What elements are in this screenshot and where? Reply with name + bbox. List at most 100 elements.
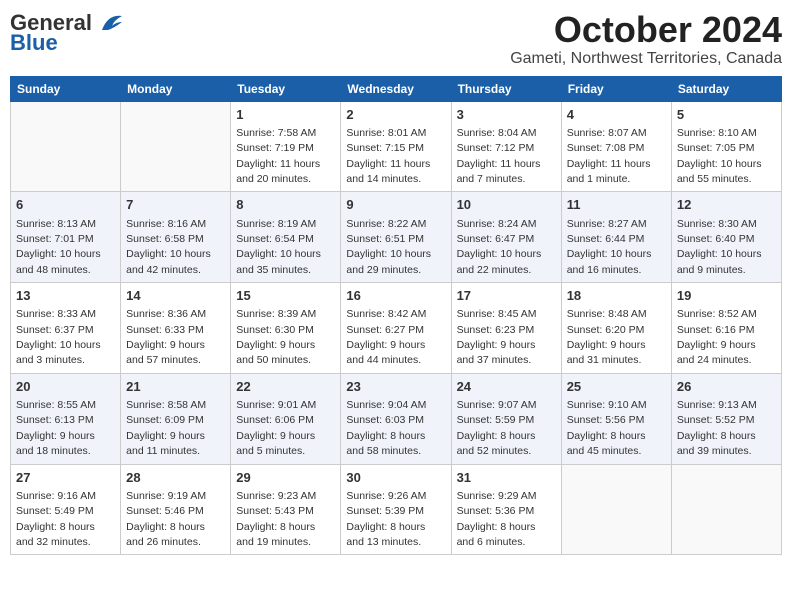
month-title: October 2024 xyxy=(510,10,782,50)
location-title: Gameti, Northwest Territories, Canada xyxy=(510,50,782,68)
calendar-cell: 16Sunrise: 8:42 AM Sunset: 6:27 PM Dayli… xyxy=(341,283,451,374)
calendar-cell xyxy=(561,464,671,555)
day-number: 25 xyxy=(567,378,666,396)
weekday-header-thursday: Thursday xyxy=(451,76,561,101)
day-number: 28 xyxy=(126,469,225,487)
day-number: 11 xyxy=(567,196,666,214)
day-details: Sunrise: 8:10 AM Sunset: 7:05 PM Dayligh… xyxy=(677,127,762,185)
day-number: 31 xyxy=(457,469,556,487)
day-details: Sunrise: 9:01 AM Sunset: 6:06 PM Dayligh… xyxy=(236,399,316,457)
weekday-header-saturday: Saturday xyxy=(671,76,781,101)
day-details: Sunrise: 9:16 AM Sunset: 5:49 PM Dayligh… xyxy=(16,490,96,548)
calendar-cell: 5 Sunrise: 8:10 AM Sunset: 7:05 PM Daylig… xyxy=(671,101,781,192)
day-number: 8 xyxy=(236,196,335,214)
day-number: 30 xyxy=(346,469,445,487)
day-number: 6 xyxy=(16,196,115,214)
day-details: Sunrise: 8:27 AM Sunset: 6:44 PM Dayligh… xyxy=(567,218,652,276)
day-number: 22 xyxy=(236,378,335,396)
day-details: Sunrise: 8:22 AM Sunset: 6:51 PM Dayligh… xyxy=(346,218,431,276)
calendar-cell: 13 Sunrise: 8:33 AM Sunset: 6:37 PM Dayli… xyxy=(11,283,121,374)
calendar-cell: 15 Sunrise: 8:39 AM Sunset: 6:30 PM Dayli… xyxy=(231,283,341,374)
calendar-cell: 18Sunrise: 8:48 AM Sunset: 6:20 PM Dayli… xyxy=(561,283,671,374)
day-details: Sunrise: 8:33 AM Sunset: 6:37 PM Dayligh… xyxy=(16,308,101,366)
day-details: Sunrise: 9:29 AM Sunset: 5:36 PM Dayligh… xyxy=(457,490,537,548)
day-number: 14 xyxy=(126,287,225,305)
day-number: 13 xyxy=(16,287,115,305)
day-details: Sunrise: 8:48 AM Sunset: 6:20 PM Dayligh… xyxy=(567,308,647,366)
calendar-cell: 31 Sunrise: 9:29 AM Sunset: 5:36 PM Dayli… xyxy=(451,464,561,555)
day-details: Sunrise: 8:07 AM Sunset: 7:08 PM Dayligh… xyxy=(567,127,651,185)
day-number: 2 xyxy=(346,106,445,124)
calendar-cell: 6 Sunrise: 8:13 AM Sunset: 7:01 PM Daylig… xyxy=(11,192,121,283)
logo-bird-icon xyxy=(94,12,126,34)
calendar-cell: 8Sunrise: 8:19 AM Sunset: 6:54 PM Daylig… xyxy=(231,192,341,283)
calendar-cell: 30 Sunrise: 9:26 AM Sunset: 5:39 PM Dayli… xyxy=(341,464,451,555)
calendar-cell xyxy=(121,101,231,192)
day-number: 1 xyxy=(236,106,335,124)
logo-text-blue: Blue xyxy=(10,30,58,56)
day-details: Sunrise: 9:19 AM Sunset: 5:46 PM Dayligh… xyxy=(126,490,206,548)
weekday-header-tuesday: Tuesday xyxy=(231,76,341,101)
day-number: 15 xyxy=(236,287,335,305)
calendar-cell: 7Sunrise: 8:16 AM Sunset: 6:58 PM Daylig… xyxy=(121,192,231,283)
calendar-cell: 4 Sunrise: 8:07 AM Sunset: 7:08 PM Daylig… xyxy=(561,101,671,192)
calendar-cell: 1 Sunrise: 7:58 AM Sunset: 7:19 PM Daylig… xyxy=(231,101,341,192)
day-number: 9 xyxy=(346,196,445,214)
day-details: Sunrise: 8:01 AM Sunset: 7:15 PM Dayligh… xyxy=(346,127,430,185)
day-details: Sunrise: 8:45 AM Sunset: 6:23 PM Dayligh… xyxy=(457,308,537,366)
weekday-header-wednesday: Wednesday xyxy=(341,76,451,101)
day-details: Sunrise: 9:26 AM Sunset: 5:39 PM Dayligh… xyxy=(346,490,426,548)
day-number: 5 xyxy=(677,106,776,124)
day-details: Sunrise: 8:58 AM Sunset: 6:09 PM Dayligh… xyxy=(126,399,206,457)
day-details: Sunrise: 8:55 AM Sunset: 6:13 PM Dayligh… xyxy=(16,399,96,457)
calendar-cell: 29 Sunrise: 9:23 AM Sunset: 5:43 PM Dayli… xyxy=(231,464,341,555)
day-details: Sunrise: 8:30 AM Sunset: 6:40 PM Dayligh… xyxy=(677,218,762,276)
calendar-week-1: 1 Sunrise: 7:58 AM Sunset: 7:19 PM Daylig… xyxy=(11,101,782,192)
day-details: Sunrise: 9:13 AM Sunset: 5:52 PM Dayligh… xyxy=(677,399,757,457)
day-number: 23 xyxy=(346,378,445,396)
day-details: Sunrise: 7:58 AM Sunset: 7:19 PM Dayligh… xyxy=(236,127,320,185)
day-details: Sunrise: 8:04 AM Sunset: 7:12 PM Dayligh… xyxy=(457,127,541,185)
calendar-cell: 28 Sunrise: 9:19 AM Sunset: 5:46 PM Dayli… xyxy=(121,464,231,555)
day-number: 19 xyxy=(677,287,776,305)
calendar-cell: 9 Sunrise: 8:22 AM Sunset: 6:51 PM Daylig… xyxy=(341,192,451,283)
day-number: 12 xyxy=(677,196,776,214)
day-details: Sunrise: 9:23 AM Sunset: 5:43 PM Dayligh… xyxy=(236,490,316,548)
day-number: 16 xyxy=(346,287,445,305)
day-number: 3 xyxy=(457,106,556,124)
calendar-table: SundayMondayTuesdayWednesdayThursdayFrid… xyxy=(10,76,782,556)
day-number: 26 xyxy=(677,378,776,396)
calendar-cell: 3 Sunrise: 8:04 AM Sunset: 7:12 PM Daylig… xyxy=(451,101,561,192)
day-details: Sunrise: 9:04 AM Sunset: 6:03 PM Dayligh… xyxy=(346,399,426,457)
calendar-week-5: 27 Sunrise: 9:16 AM Sunset: 5:49 PM Dayli… xyxy=(11,464,782,555)
calendar-cell xyxy=(671,464,781,555)
calendar-cell: 14 Sunrise: 8:36 AM Sunset: 6:33 PM Dayli… xyxy=(121,283,231,374)
calendar-cell: 22 Sunrise: 9:01 AM Sunset: 6:06 PM Dayli… xyxy=(231,373,341,464)
day-number: 29 xyxy=(236,469,335,487)
calendar-cell: 26 Sunrise: 9:13 AM Sunset: 5:52 PM Dayli… xyxy=(671,373,781,464)
weekday-header-row: SundayMondayTuesdayWednesdayThursdayFrid… xyxy=(11,76,782,101)
calendar-cell: 25Sunrise: 9:10 AM Sunset: 5:56 PM Dayli… xyxy=(561,373,671,464)
calendar-cell: 12 Sunrise: 8:30 AM Sunset: 6:40 PM Dayli… xyxy=(671,192,781,283)
logo: General Blue xyxy=(10,10,126,56)
day-details: Sunrise: 8:39 AM Sunset: 6:30 PM Dayligh… xyxy=(236,308,316,366)
weekday-header-friday: Friday xyxy=(561,76,671,101)
day-details: Sunrise: 8:52 AM Sunset: 6:16 PM Dayligh… xyxy=(677,308,757,366)
calendar-cell: 11 Sunrise: 8:27 AM Sunset: 6:44 PM Dayli… xyxy=(561,192,671,283)
calendar-cell xyxy=(11,101,121,192)
day-number: 4 xyxy=(567,106,666,124)
day-number: 17 xyxy=(457,287,556,305)
calendar-week-2: 6 Sunrise: 8:13 AM Sunset: 7:01 PM Daylig… xyxy=(11,192,782,283)
calendar-cell: 19 Sunrise: 8:52 AM Sunset: 6:16 PM Dayli… xyxy=(671,283,781,374)
title-block: October 2024 Gameti, Northwest Territori… xyxy=(510,10,782,68)
weekday-header-monday: Monday xyxy=(121,76,231,101)
day-number: 21 xyxy=(126,378,225,396)
calendar-cell: 21 Sunrise: 8:58 AM Sunset: 6:09 PM Dayli… xyxy=(121,373,231,464)
calendar-cell: 23 Sunrise: 9:04 AM Sunset: 6:03 PM Dayli… xyxy=(341,373,451,464)
day-details: Sunrise: 8:13 AM Sunset: 7:01 PM Dayligh… xyxy=(16,218,101,276)
day-number: 24 xyxy=(457,378,556,396)
calendar-cell: 24Sunrise: 9:07 AM Sunset: 5:59 PM Dayli… xyxy=(451,373,561,464)
day-number: 10 xyxy=(457,196,556,214)
day-number: 27 xyxy=(16,469,115,487)
day-details: Sunrise: 8:36 AM Sunset: 6:33 PM Dayligh… xyxy=(126,308,206,366)
